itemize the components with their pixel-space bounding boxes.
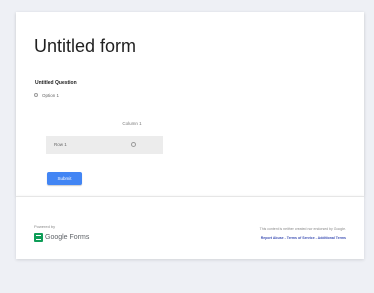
- grid-column-header: Column 1: [122, 121, 142, 126]
- grid-radio-icon[interactable]: [131, 142, 136, 147]
- disclaimer-text: This content is neither created nor endo…: [259, 227, 346, 231]
- grid-row: Row 1: [46, 136, 163, 154]
- question-title: Untitled Question: [35, 80, 77, 86]
- footer-links: Report Abuse - Terms of Service - Additi…: [214, 236, 346, 240]
- terms-link[interactable]: Terms of Service: [287, 236, 315, 240]
- option-row-1[interactable]: Option 1: [34, 91, 59, 99]
- google-forms-wordmark: Google Forms: [45, 234, 89, 241]
- google-forms-logo[interactable]: Google Forms: [34, 233, 89, 242]
- brand-google: Google: [45, 234, 68, 241]
- form-title: Untitled form: [34, 36, 137, 56]
- brand-forms: Forms: [69, 234, 90, 241]
- google-forms-icon: [34, 233, 43, 242]
- grid-row-label: Row 1: [54, 142, 67, 147]
- powered-by-label: Powered by: [34, 224, 56, 229]
- option-radio-icon[interactable]: [34, 93, 38, 97]
- submit-button[interactable]: Submit: [47, 172, 82, 185]
- additional-terms-link[interactable]: Additional Terms: [318, 236, 346, 240]
- option-label: Option 1: [42, 92, 60, 98]
- report-abuse-link[interactable]: Report Abuse: [261, 236, 284, 240]
